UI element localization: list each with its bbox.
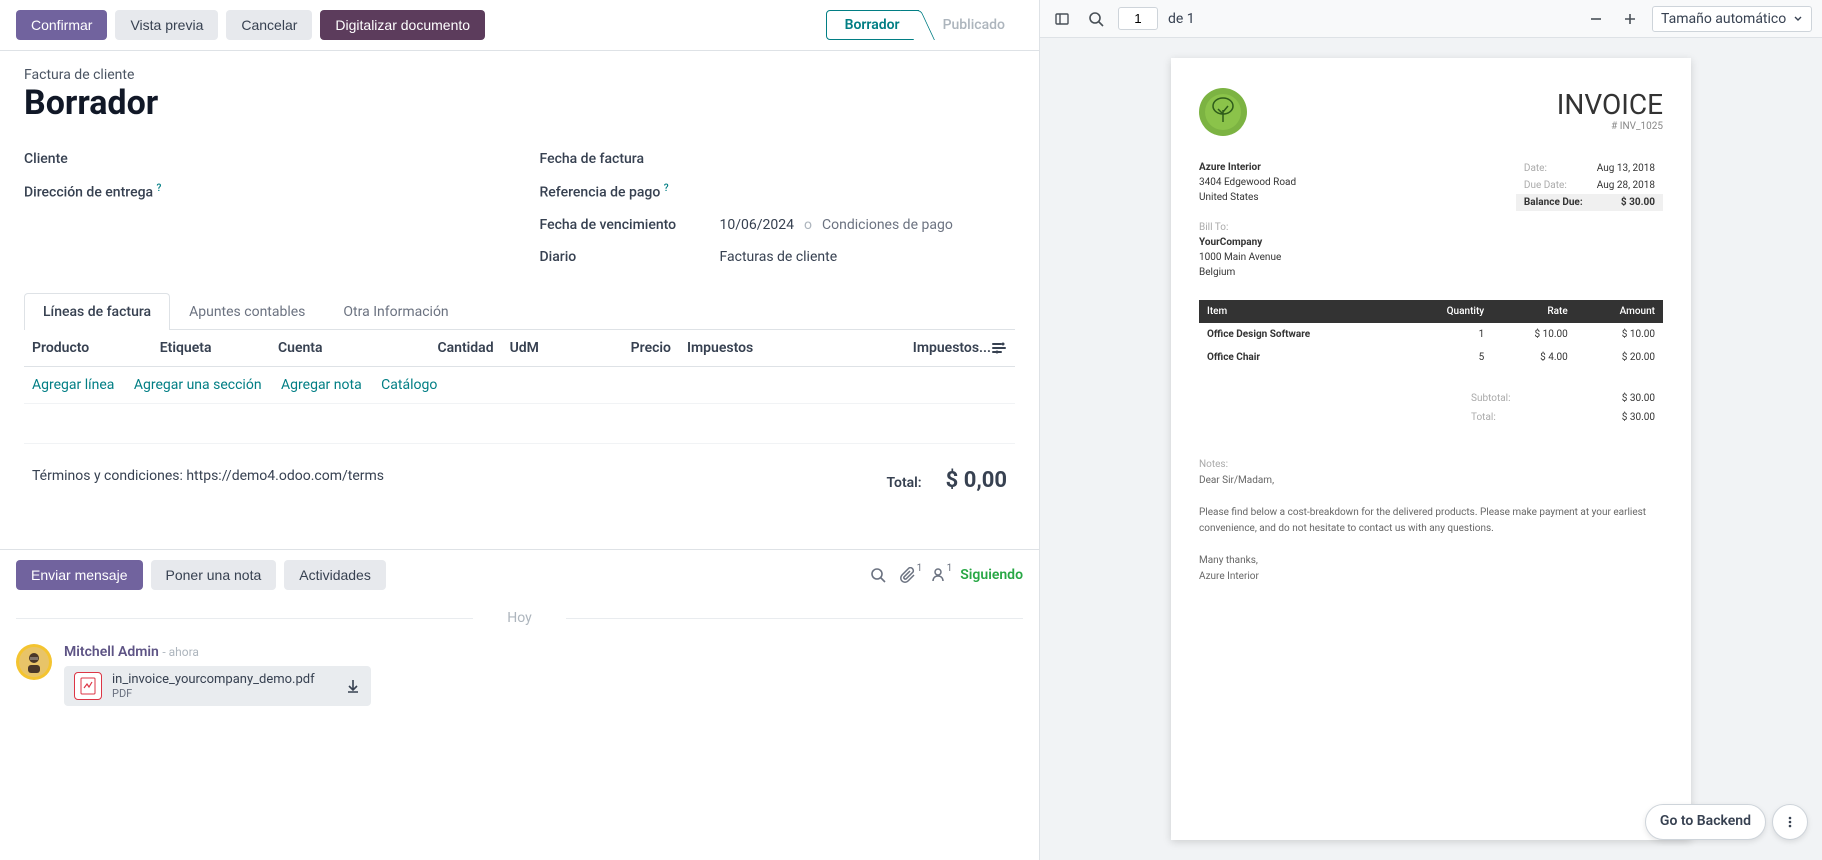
chevron-down-icon [1793,14,1803,24]
help-icon[interactable]: ? [157,183,162,194]
invoice-items-table: Item Quantity Rate Amount Office Design … [1199,300,1663,369]
settings-icon[interactable] [991,340,1007,356]
tab-journal-items[interactable]: Apuntes contables [170,293,324,330]
status-bar: Borrador Publicado [826,10,1023,40]
cancel-button[interactable]: Cancelar [226,10,312,40]
send-message-button[interactable]: Enviar mensaje [16,560,143,590]
logo [1199,88,1247,136]
attachment-type: PDF [112,687,315,700]
attachment-name: in_invoice_yourcompany_demo.pdf [112,672,315,687]
to-addr2: Belgium [1199,267,1235,278]
action-bar: Confirmar Vista previa Cancelar Digitali… [0,0,1039,51]
tab-other-info[interactable]: Otra Información [324,293,467,330]
preview-button[interactable]: Vista previa [115,10,218,40]
sidebar-toggle-icon[interactable] [1050,7,1074,31]
journal-field[interactable]: Facturas de cliente [720,249,838,265]
tabs: Líneas de factura Apuntes contables Otra… [24,293,1015,330]
activities-button[interactable]: Actividades [284,560,386,590]
table-row: Office Chair5$ 4.00$ 20.00 [1199,346,1663,369]
followers-icon[interactable]: 1 [930,567,946,583]
total-label: Total: [886,475,921,491]
invoice-date-label: Fecha de factura [540,151,720,167]
message: Mitchell Admin - ahora in_invoice_yourco… [0,636,1039,714]
zoom-out-icon[interactable] [1584,7,1608,31]
pdf-icon [74,672,102,700]
status-draft[interactable]: Borrador [826,10,919,40]
from-addr1: 3404 Edgewood Road [1199,177,1296,188]
page-input[interactable] [1118,7,1158,30]
confirm-button[interactable]: Confirmar [16,10,107,40]
invoice-number: # INV_1025 [1557,121,1663,132]
invoice-title: INVOICE [1557,88,1663,121]
search-icon[interactable] [1084,7,1108,31]
more-icon[interactable] [1772,804,1808,840]
col-label[interactable]: Etiqueta [152,330,270,367]
attachment-icon[interactable]: 1 [900,567,916,583]
terms-text[interactable]: Términos y condiciones: https://demo4.od… [32,468,384,493]
search-icon[interactable] [870,567,886,583]
journal-label: Diario [540,249,720,265]
avatar [16,644,52,680]
zoom-select[interactable]: Tamaño automático [1652,6,1812,32]
add-note-link[interactable]: Agregar nota [281,377,362,393]
to-addr1: 1000 Main Avenue [1199,252,1281,263]
page-total: de 1 [1168,11,1195,27]
message-time: - ahora [162,645,199,659]
tab-invoice-lines[interactable]: Líneas de factura [24,293,170,330]
catalog-link[interactable]: Catálogo [381,377,437,393]
pdf-toolbar: de 1 Tamaño automático [1040,0,1822,38]
separator: o [794,217,822,233]
add-section-link[interactable]: Agregar una sección [134,377,262,393]
help-icon[interactable]: ? [664,183,669,194]
payment-terms-field[interactable]: Condiciones de pago [822,217,953,233]
total-value: $ 0,00 [946,468,1007,493]
due-date-label: Fecha de vencimiento [540,217,720,233]
pdf-page: INVOICE # INV_1025 Azure Interior 3404 E… [1171,58,1691,840]
client-label: Cliente [24,151,204,167]
table-row: Office Design Software1$ 10.00$ 10.00 [1199,323,1663,346]
digitize-button[interactable]: Digitalizar documento [320,10,485,40]
col-product[interactable]: Producto [24,330,152,367]
doc-title: Borrador [24,83,1015,123]
zoom-in-icon[interactable] [1618,7,1642,31]
message-author[interactable]: Mitchell Admin [64,644,159,660]
download-icon[interactable] [325,678,361,694]
form-sheet: Factura de cliente Borrador Cliente Dire… [0,51,1039,549]
from-name: Azure Interior [1199,162,1261,173]
log-note-button[interactable]: Poner una nota [151,560,277,590]
due-date-field[interactable]: 10/06/2024 [720,217,795,233]
col-taxes[interactable]: Impuestos [679,330,823,367]
pdf-viewport[interactable]: INVOICE # INV_1025 Azure Interior 3404 E… [1040,38,1822,860]
bill-to-label: Bill To: [1199,222,1228,233]
go-to-backend-button[interactable]: Go to Backend [1645,804,1766,840]
chatter-bar: Enviar mensaje Poner una nota Actividade… [0,549,1039,600]
col-uom[interactable]: UdM [502,330,581,367]
to-name: YourCompany [1199,237,1262,248]
from-addr2: United States [1199,192,1259,203]
col-qty[interactable]: Cantidad [376,330,502,367]
add-line-link[interactable]: Agregar línea [32,377,114,393]
col-price[interactable]: Precio [581,330,679,367]
payment-ref-label: Referencia de pago ? [540,183,720,201]
invoice-lines-table: Producto Etiqueta Cuenta Cantidad UdM Pr… [24,330,1015,444]
col-account[interactable]: Cuenta [270,330,376,367]
col-tax-excl[interactable]: Impuestos... [823,330,1015,367]
status-posted[interactable]: Publicado [919,11,1023,39]
date-separator: Hoy [0,600,1039,636]
delivery-address-label: Dirección de entrega ? [24,183,204,201]
doc-type-label: Factura de cliente [24,67,1015,83]
following-button[interactable]: Siguiendo [960,567,1023,583]
attachment[interactable]: in_invoice_yourcompany_demo.pdf PDF [64,666,371,706]
